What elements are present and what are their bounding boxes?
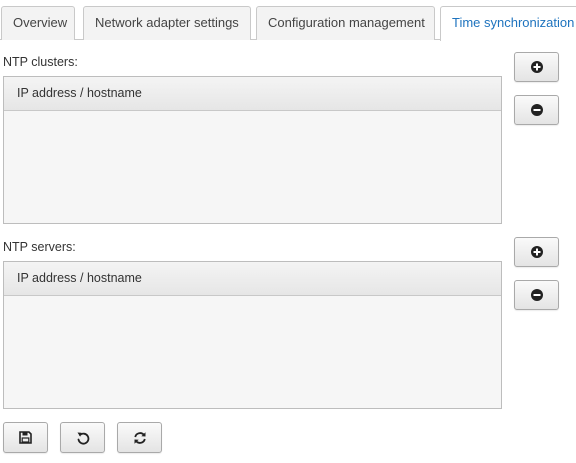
ntp-clusters-list-body[interactable] <box>4 111 501 223</box>
plus-circle-icon <box>530 60 544 74</box>
add-cluster-button[interactable] <box>514 52 559 82</box>
minus-circle-icon <box>530 288 544 302</box>
ntp-clusters-list[interactable]: IP address / hostname <box>3 76 502 224</box>
ntp-servers-list-body[interactable] <box>4 296 501 408</box>
remove-cluster-button[interactable] <box>514 95 559 125</box>
tab-configuration-management[interactable]: Configuration management <box>256 6 435 40</box>
floppy-disk-icon <box>19 431 32 444</box>
ntp-servers-list[interactable]: IP address / hostname <box>3 261 502 409</box>
tab-overview[interactable]: Overview <box>1 6 75 40</box>
undo-button[interactable] <box>60 422 105 453</box>
time-sync-panel: Overview Network adapter settings Config… <box>0 0 576 463</box>
ntp-clusters-label: NTP clusters: <box>3 55 78 69</box>
minus-circle-icon <box>530 103 544 117</box>
ntp-servers-label: NTP servers: <box>3 240 76 254</box>
refresh-button[interactable] <box>117 422 162 453</box>
plus-circle-icon <box>530 245 544 259</box>
remove-server-button[interactable] <box>514 280 559 310</box>
save-button[interactable] <box>3 422 48 453</box>
add-server-button[interactable] <box>514 237 559 267</box>
tab-time-synchronization[interactable]: Time synchronization <box>440 6 576 41</box>
tab-bar: Overview Network adapter settings Config… <box>0 0 576 41</box>
tab-network-adapter-settings[interactable]: Network adapter settings <box>83 6 251 40</box>
refresh-icon <box>133 431 147 445</box>
ntp-clusters-column-header[interactable]: IP address / hostname <box>4 77 501 111</box>
undo-icon <box>76 431 90 445</box>
ntp-servers-column-header[interactable]: IP address / hostname <box>4 262 501 296</box>
